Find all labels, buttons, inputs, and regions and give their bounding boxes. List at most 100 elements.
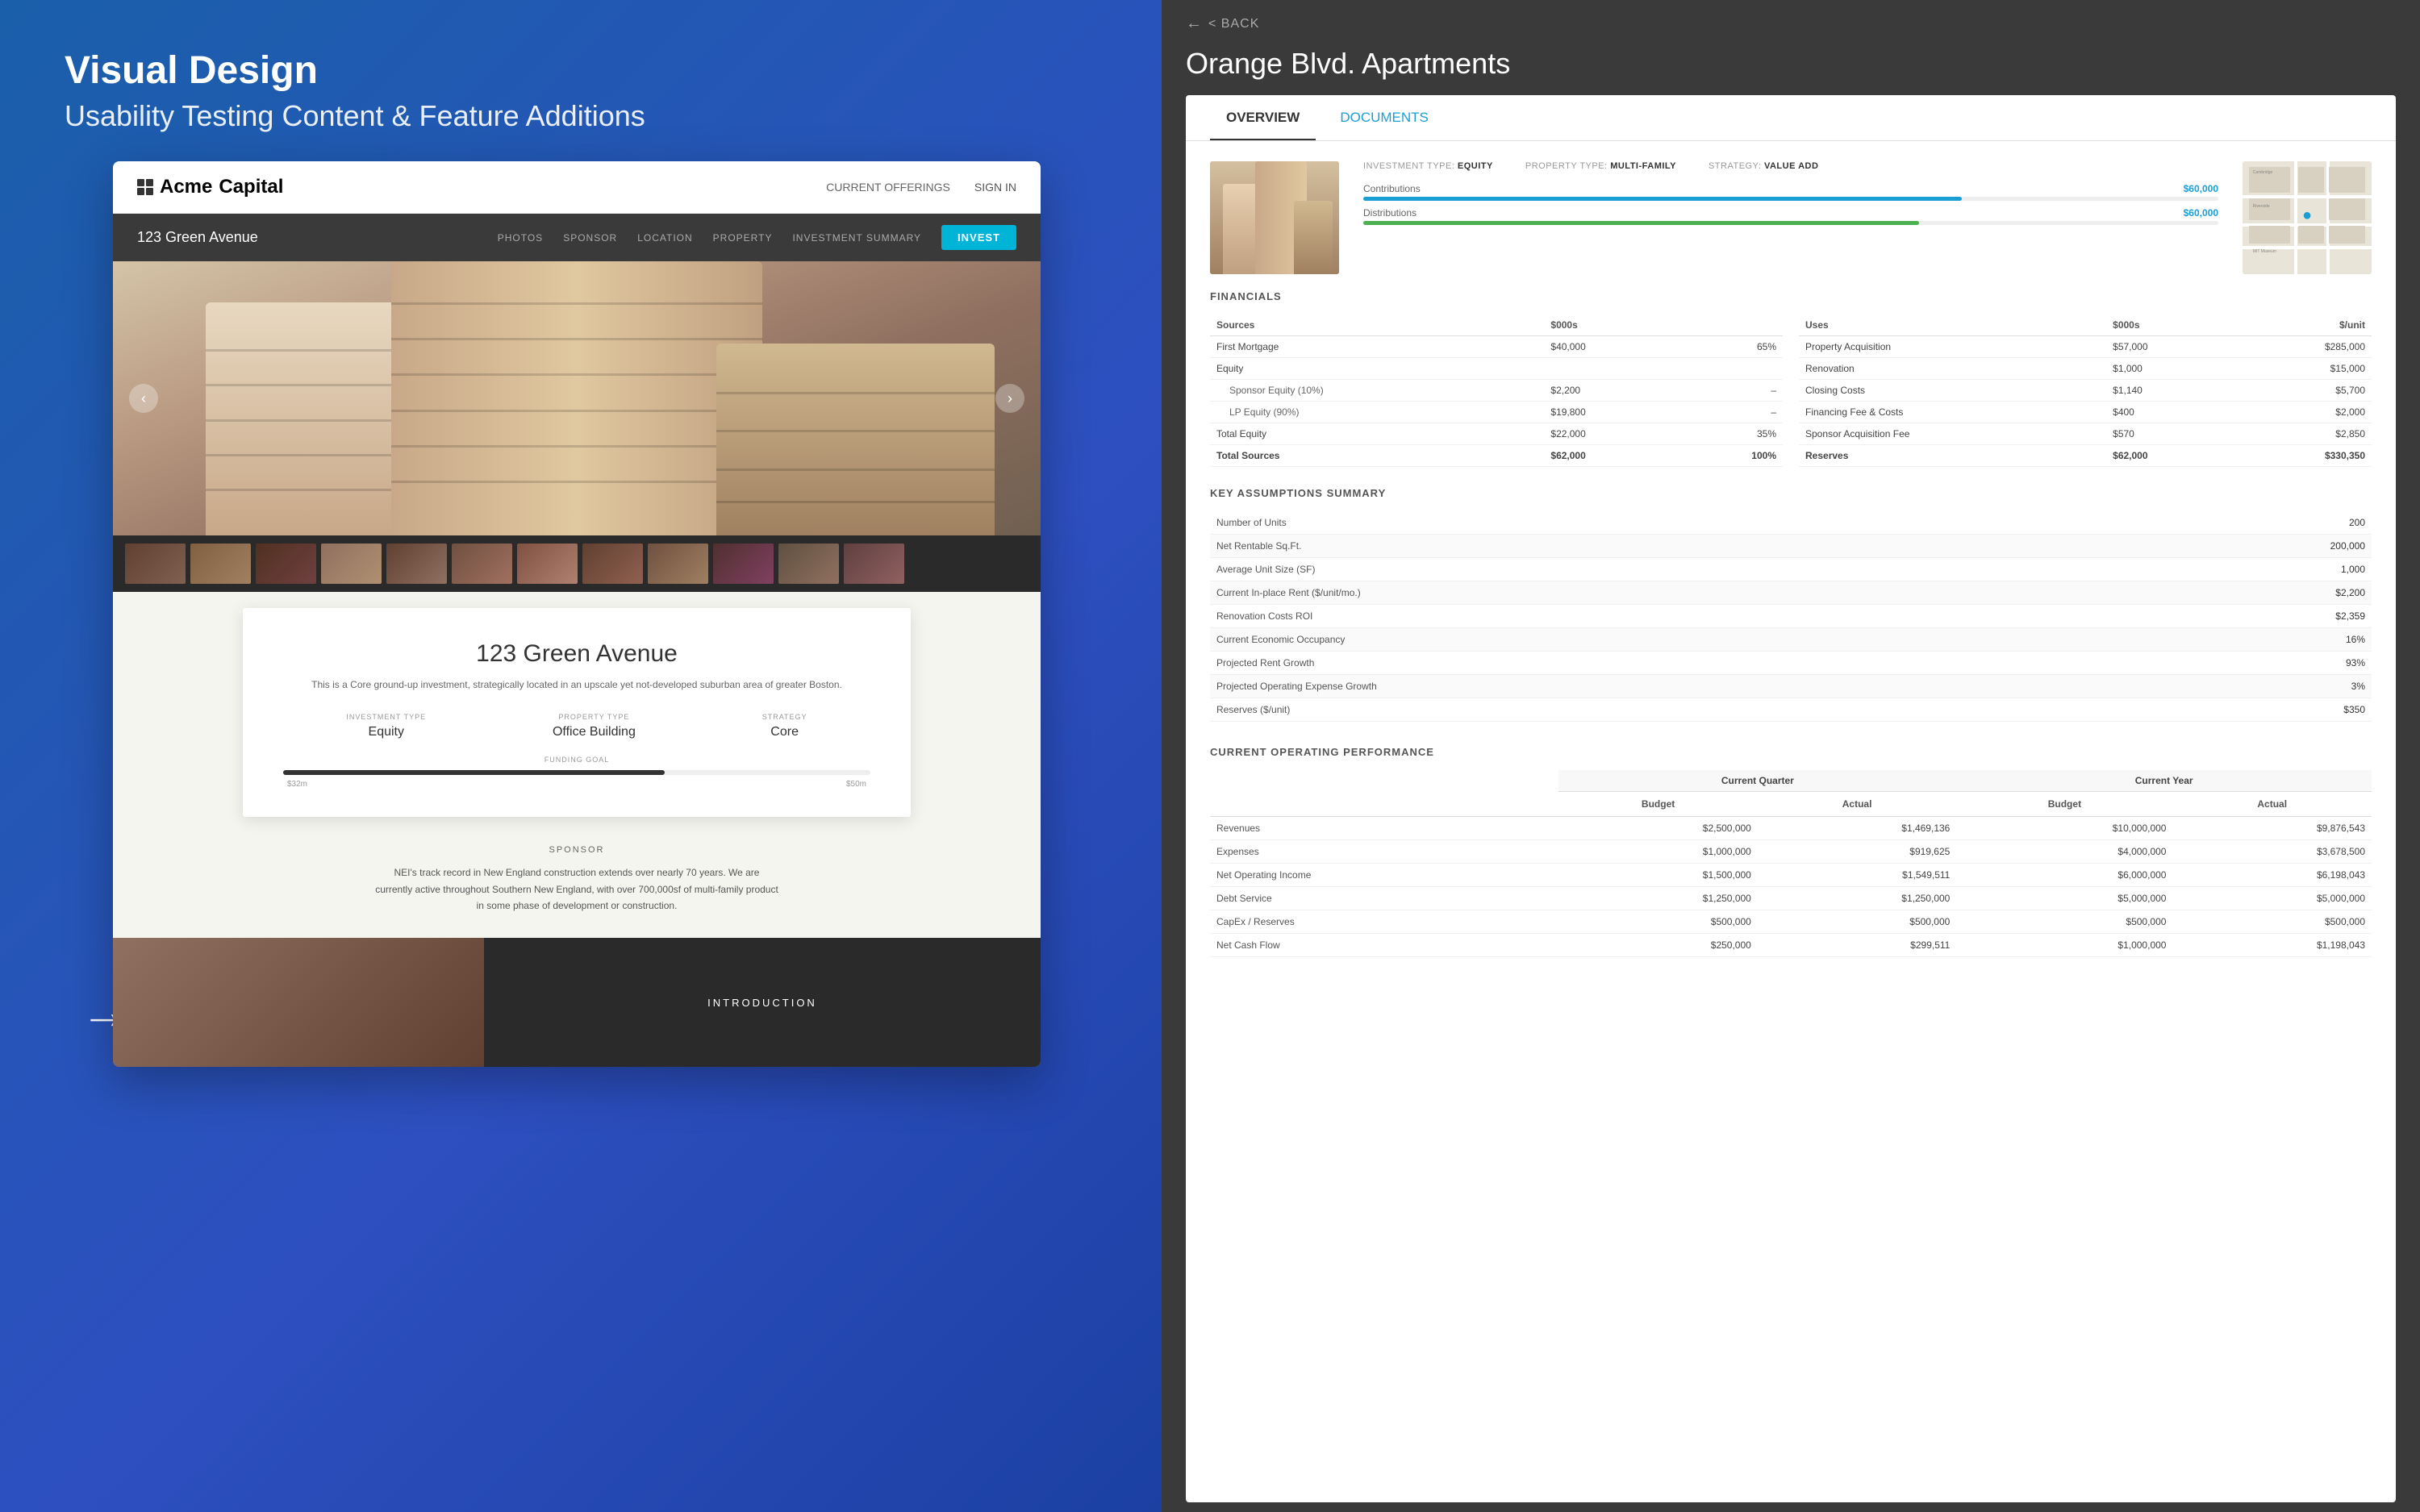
uses-thousands-header: $000s bbox=[2106, 314, 2232, 336]
assumption-row-9: Reserves ($/unit) $350 bbox=[1210, 698, 2372, 722]
use-3-per-unit: $5,700 bbox=[2232, 380, 2372, 402]
tab-overview[interactable]: OVERVIEW bbox=[1210, 95, 1316, 140]
perf-expenses-cy-budget: $4,000,000 bbox=[1956, 840, 2172, 864]
perf-revenues-label: Revenues bbox=[1210, 817, 1558, 840]
back-arrow: ← bbox=[1186, 15, 1202, 33]
perf-noi-cq-actual: $1,549,511 bbox=[1758, 864, 1957, 887]
nav-location[interactable]: LOCATION bbox=[637, 232, 692, 244]
strategy-value: Core bbox=[762, 725, 807, 739]
perf-debt-cy-actual: $5,000,000 bbox=[2172, 887, 2372, 910]
src-1-pct: 65% bbox=[1678, 336, 1783, 358]
map-area: ● Cambridge Riverside MIT Museum bbox=[2243, 161, 2372, 274]
assumption-row-5: Renovation Costs ROI $2,359 bbox=[1210, 605, 2372, 628]
perf-noi-label: Net Operating Income bbox=[1210, 864, 1558, 887]
perf-net-cash-cq-actual: $299,511 bbox=[1758, 934, 1957, 957]
sign-in-link[interactable]: SIGN IN bbox=[974, 181, 1016, 194]
hero-next-arrow[interactable]: › bbox=[995, 384, 1024, 413]
perf-row-net-cash: Net Cash Flow $250,000 $299,511 $1,000,0… bbox=[1210, 934, 2372, 957]
sources-pct-header bbox=[1678, 314, 1783, 336]
perf-net-cash-label: Net Cash Flow bbox=[1210, 934, 1558, 957]
assumption-row-6: Current Economic Occupancy 16% bbox=[1210, 628, 2372, 652]
hero-prev-arrow[interactable]: ‹ bbox=[129, 384, 158, 413]
perf-capex-label: CapEx / Reserves bbox=[1210, 910, 1558, 934]
thumb-5[interactable] bbox=[386, 544, 447, 584]
perf-noi-cy-actual: $6,198,043 bbox=[2172, 864, 2372, 887]
assumption-row-7: Projected Rent Growth 93% bbox=[1210, 652, 2372, 675]
perf-net-cash-cy-budget: $1,000,000 bbox=[1956, 934, 2172, 957]
key-assumptions-title: KEY ASSUMPTIONS SUMMARY bbox=[1210, 487, 2372, 499]
uses-per-unit-header: $/unit bbox=[2232, 314, 2372, 336]
use-4-value: $400 bbox=[2106, 402, 2232, 423]
perf-cy-budget-header: Budget bbox=[1956, 792, 2172, 817]
sources-header: Sources bbox=[1210, 314, 1544, 336]
thumb-9[interactable] bbox=[648, 544, 708, 584]
thumb-2[interactable] bbox=[190, 544, 251, 584]
back-label: < BACK bbox=[1208, 17, 1259, 31]
tab-documents[interactable]: DOCUMENTS bbox=[1324, 95, 1445, 140]
thumb-6[interactable] bbox=[452, 544, 512, 584]
funding-amounts: $32m $50m bbox=[283, 780, 870, 789]
map-block-7 bbox=[2298, 226, 2324, 244]
introduction-label: INTRODUCTION bbox=[707, 997, 817, 1009]
perf-debt-cq-actual: $1,250,000 bbox=[1758, 887, 1957, 910]
perf-debt-cq-budget: $1,250,000 bbox=[1558, 887, 1758, 910]
meta-strategy: STRATEGY: VALUE ADD bbox=[1709, 161, 1818, 171]
introduction-overlay: INTRODUCTION bbox=[484, 938, 1041, 1067]
assumption-row-4: Current In-place Rent ($/unit/mo.) $2,20… bbox=[1210, 581, 2372, 605]
assump-9-value: $350 bbox=[2120, 698, 2372, 722]
assump-4-label: Current In-place Rent ($/unit/mo.) bbox=[1210, 581, 2120, 605]
distributions-header: Distributions $60,000 bbox=[1363, 207, 2218, 219]
meta-property-type: PROPERTY TYPE: MULTI-FAMILY bbox=[1525, 161, 1676, 171]
src-2-pct bbox=[1678, 358, 1783, 380]
assumption-row-1: Number of Units 200 bbox=[1210, 511, 2372, 535]
use-6-per-unit: $330,350 bbox=[2232, 445, 2372, 467]
property-type-value: Office Building bbox=[553, 725, 636, 739]
perf-debt-cy-budget: $5,000,000 bbox=[1956, 887, 2172, 910]
sources-thousands-header: $000s bbox=[1544, 314, 1677, 336]
sources-col: Sources $000s First Mortgage $40,000 65% bbox=[1210, 314, 1783, 467]
nav-photos[interactable]: PHOTOS bbox=[498, 232, 543, 244]
perf-current-year-header: Current Year bbox=[1956, 770, 2372, 792]
thumb-4[interactable] bbox=[321, 544, 382, 584]
assump-9-label: Reserves ($/unit) bbox=[1210, 698, 2120, 722]
uses-row-1: Property Acquisition $57,000 $285,000 bbox=[1799, 336, 2372, 358]
perf-expenses-label: Expenses bbox=[1210, 840, 1558, 864]
thumb-11[interactable] bbox=[778, 544, 839, 584]
assumptions-table: Number of Units 200 Net Rentable Sq.Ft. … bbox=[1210, 511, 2372, 722]
use-2-label: Renovation bbox=[1799, 358, 2106, 380]
contributions-header: Contributions $60,000 bbox=[1363, 183, 2218, 194]
nav-property[interactable]: PROPERTY bbox=[713, 232, 773, 244]
perf-row-noi: Net Operating Income $1,500,000 $1,549,5… bbox=[1210, 864, 2372, 887]
src-6-pct: 100% bbox=[1678, 445, 1783, 467]
info-card-title: 123 Green Avenue bbox=[283, 640, 870, 668]
thumb-1[interactable] bbox=[125, 544, 186, 584]
current-offerings-link[interactable]: CURRENT OFFERINGS bbox=[826, 181, 950, 194]
info-row: INVESTMENT TYPE Equity PROPERTY TYPE Off… bbox=[283, 713, 870, 739]
back-link[interactable]: ← < BACK bbox=[1162, 0, 2420, 43]
meta-strategy-label: STRATEGY: VALUE ADD bbox=[1709, 161, 1818, 171]
browser-mockup: AcmeCapital CURRENT OFFERINGS SIGN IN 12… bbox=[113, 161, 1041, 1067]
use-5-value: $570 bbox=[2106, 423, 2232, 445]
nav-investment-summary[interactable]: INVESTMENT SUMMARY bbox=[792, 232, 921, 244]
meta-property-value: MULTI-FAMILY bbox=[1610, 161, 1676, 171]
invest-button[interactable]: INVEST bbox=[941, 225, 1016, 250]
map-label-3: MIT Museum bbox=[2253, 249, 2276, 254]
sources-row-6: Total Sources $62,000 100% bbox=[1210, 445, 1783, 467]
thumb-8[interactable] bbox=[582, 544, 643, 584]
src-4-label: LP Equity (90%) bbox=[1210, 402, 1544, 423]
meta-investment-label: INVESTMENT TYPE: EQUITY bbox=[1363, 161, 1493, 171]
thumb-10[interactable] bbox=[713, 544, 774, 584]
thumb-3[interactable] bbox=[256, 544, 316, 584]
contributions-fill bbox=[1363, 197, 1962, 201]
investment-type-label: INVESTMENT TYPE bbox=[346, 713, 426, 721]
property-img bbox=[1210, 161, 1339, 274]
logo-icon bbox=[137, 179, 153, 195]
perf-row-header bbox=[1210, 770, 1558, 817]
assump-1-label: Number of Units bbox=[1210, 511, 2120, 535]
property-meta: INVESTMENT TYPE: EQUITY PROPERTY TYPE: M… bbox=[1363, 161, 2218, 274]
uses-row-3: Closing Costs $1,140 $5,700 bbox=[1799, 380, 2372, 402]
meta-property-label: PROPERTY TYPE: MULTI-FAMILY bbox=[1525, 161, 1676, 171]
thumb-7[interactable] bbox=[517, 544, 578, 584]
thumb-12[interactable] bbox=[844, 544, 904, 584]
nav-sponsor[interactable]: SPONSOR bbox=[563, 232, 617, 244]
